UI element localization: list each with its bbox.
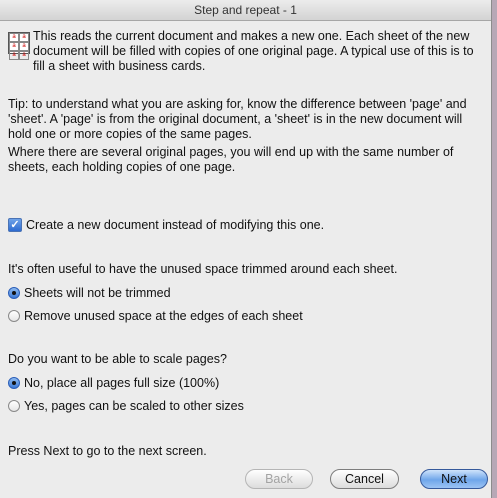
trim-option-remove-label: Remove unused space at the edges of each… — [24, 309, 303, 323]
window-title: Step and repeat - 1 — [0, 0, 491, 21]
scale-option-full-size[interactable]: No, place all pages full size (100%) — [8, 376, 219, 390]
dialog-window: Step and repeat - 1 aa aa aa This reads … — [0, 0, 492, 498]
back-button[interactable]: Back — [245, 469, 313, 489]
radio-button[interactable] — [8, 400, 20, 412]
new-document-checkbox-label: Create a new document instead of modifyi… — [26, 218, 325, 232]
trim-option-none-label: Sheets will not be trimmed — [24, 286, 171, 300]
tip-text: Tip: to understand what you are asking f… — [8, 97, 467, 141]
scale-option-full-size-label: No, place all pages full size (100%) — [24, 376, 220, 390]
trim-option-remove[interactable]: Remove unused space at the edges of each… — [8, 309, 303, 323]
several-pages-text: Where there are several original pages, … — [8, 145, 454, 174]
new-document-checkbox-row[interactable]: ✓ Create a new document instead of modif… — [8, 218, 324, 232]
radio-button-selected[interactable] — [8, 287, 20, 299]
next-button[interactable]: Next — [420, 469, 488, 489]
radio-button[interactable] — [8, 310, 20, 322]
intro-section: aa aa aa This reads the current document… — [8, 29, 486, 74]
radio-button-selected[interactable] — [8, 377, 20, 389]
scale-option-scalable[interactable]: Yes, pages can be scaled to other sizes — [8, 399, 244, 413]
cancel-button[interactable]: Cancel — [330, 469, 399, 489]
footer-hint: Press Next to go to the next screen. — [8, 444, 207, 458]
trim-option-none[interactable]: Sheets will not be trimmed — [8, 286, 171, 300]
new-document-checkbox[interactable]: ✓ — [8, 218, 22, 232]
trim-question: It's often useful to have the unused spa… — [8, 262, 398, 276]
intro-text: This reads the current document and make… — [33, 29, 474, 73]
step-and-repeat-icon: aa aa aa — [8, 32, 30, 60]
dialog-content: aa aa aa This reads the current document… — [0, 21, 491, 498]
scale-question: Do you want to be able to scale pages? — [8, 352, 227, 366]
scale-option-scalable-label: Yes, pages can be scaled to other sizes — [24, 399, 244, 413]
